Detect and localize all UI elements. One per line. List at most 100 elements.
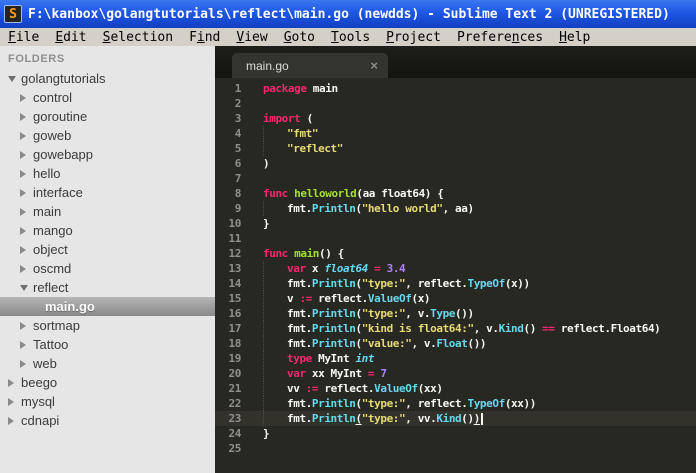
code-token: MyInt	[311, 352, 356, 365]
code-line-19[interactable]: 19 type MyInt int	[215, 351, 696, 366]
code-line-15[interactable]: 15 v := reflect.ValueOf(x)	[215, 291, 696, 306]
code-token: Println	[311, 322, 356, 335]
code-line-2[interactable]: 2	[215, 96, 696, 111]
triangle-down-icon	[8, 75, 16, 82]
line-number: 13	[228, 262, 242, 275]
menu-preferences[interactable]: Preferences	[457, 30, 543, 45]
triangle-right-icon	[20, 321, 26, 330]
menu-label-post: oto	[291, 29, 316, 45]
sidebar-item-label: beego	[21, 375, 58, 390]
sidebar-item-main[interactable]: main	[0, 202, 215, 221]
menu-view[interactable]: View	[236, 30, 267, 45]
code-token: helloworld	[294, 187, 357, 200]
sidebar-item-oscmd[interactable]: oscmd	[0, 259, 215, 278]
sidebar-item-cdnapi[interactable]: cdnapi	[0, 411, 215, 430]
code-token: Float	[436, 337, 468, 350]
triangle-right-icon	[20, 226, 26, 235]
code-token: vv	[287, 382, 306, 395]
sidebar-item-mango[interactable]: mango	[0, 221, 215, 240]
code-line-4[interactable]: 4 "fmt"	[215, 126, 696, 141]
sidebar-item-interface[interactable]: interface	[0, 183, 215, 202]
triangle-right-icon	[20, 131, 26, 140]
indent-guide	[263, 411, 287, 426]
code-token: , reflect.	[405, 277, 468, 290]
code-token: TypeOf	[467, 397, 505, 410]
sidebar-item-gowebapp[interactable]: gowebapp	[0, 145, 215, 164]
code-line-18[interactable]: 18 fmt.Println("value:", v.Float())	[215, 336, 696, 351]
code-token: var	[287, 262, 306, 275]
code-line-13[interactable]: 13 var x float64 = 3.4	[215, 261, 696, 276]
indent-guide	[263, 291, 287, 306]
sidebar-item-goweb[interactable]: goweb	[0, 126, 215, 145]
sidebar-item-label: goweb	[33, 128, 72, 143]
code-line-14[interactable]: 14 fmt.Println("type:", reflect.TypeOf(x)…	[215, 276, 696, 291]
sidebar-item-label: goroutine	[33, 109, 88, 124]
menu-find[interactable]: Find	[189, 30, 220, 45]
sidebar-item-sortmap[interactable]: sortmap	[0, 316, 215, 335]
sidebar-item-object[interactable]: object	[0, 240, 215, 259]
code-line-1[interactable]: 1 package main	[215, 81, 696, 96]
menu-mnemonic: H	[559, 29, 567, 45]
code-line-8[interactable]: 8 func helloworld(aa float64) {	[215, 186, 696, 201]
sidebar-item-goroutine[interactable]: goroutine	[0, 107, 215, 126]
code-line-25[interactable]: 25	[215, 441, 696, 456]
code-token: reflect.	[311, 292, 368, 305]
code-line-20[interactable]: 20 var xx MyInt = 7	[215, 366, 696, 381]
sidebar-item-reflect[interactable]: reflect	[0, 278, 215, 297]
code-token: fmt.	[287, 322, 312, 335]
folder-tree: golangtutorials control goroutine goweb gowe…	[0, 69, 215, 430]
code-area[interactable]: 1 package main 2 3 import (4 "fmt" 5 "reflect" 6…	[215, 78, 696, 473]
menu-project[interactable]: Project	[386, 30, 441, 45]
menu-help[interactable]: Help	[559, 30, 590, 45]
code-line-6[interactable]: 6)	[215, 156, 696, 171]
code-line-23[interactable]: 23 fmt.Println("type:", vv.Kind())	[215, 411, 696, 426]
code-text: fmt.Println("value:", v.Float())	[263, 336, 487, 351]
code-text: var xx MyInt = 7	[263, 366, 387, 381]
code-line-10[interactable]: 10}	[215, 216, 696, 231]
line-number: 3	[234, 112, 242, 125]
menu-label-post: dit	[63, 29, 87, 45]
code-line-7[interactable]: 7	[215, 171, 696, 186]
menu-selection[interactable]: Selection	[103, 30, 173, 45]
sidebar-item-tattoo[interactable]: Tattoo	[0, 335, 215, 354]
code-line-5[interactable]: 5 "reflect"	[215, 141, 696, 156]
code-line-22[interactable]: 22 fmt.Println("type:", reflect.TypeOf(xx…	[215, 396, 696, 411]
sidebar-item-label: gowebapp	[33, 147, 93, 162]
line-number: 8	[234, 187, 242, 200]
sidebar-item-beego[interactable]: beego	[0, 373, 215, 392]
code-line-21[interactable]: 21 vv := reflect.ValueOf(xx)	[215, 381, 696, 396]
menu-tools[interactable]: Tools	[331, 30, 370, 45]
sidebar-item-control[interactable]: control	[0, 88, 215, 107]
sidebar-item-web[interactable]: web	[0, 354, 215, 373]
sidebar-item-main.go[interactable]: main.go	[0, 297, 215, 316]
code-line-12[interactable]: 12 func main() {	[215, 246, 696, 261]
code-line-17[interactable]: 17 fmt.Println("kind is float64:", v.Kind…	[215, 321, 696, 336]
code-text: func main() {	[263, 246, 344, 261]
sidebar-item-hello[interactable]: hello	[0, 164, 215, 183]
tab-main-go[interactable]: main.go ×	[232, 53, 388, 78]
close-icon[interactable]: ×	[370, 58, 378, 73]
menu-mnemonic: T	[331, 29, 339, 45]
code-token: ())	[467, 337, 487, 350]
sidebar-item-mysql[interactable]: mysql	[0, 392, 215, 411]
code-token: fmt.	[287, 277, 312, 290]
code-token: "kind is float64:"	[361, 322, 474, 335]
triangle-right-icon	[20, 359, 26, 368]
line-number: 2	[234, 97, 242, 110]
code-line-9[interactable]: 9 fmt.Println("hello world", aa)	[215, 201, 696, 216]
code-token: (xx)	[417, 382, 443, 395]
code-token: "fmt"	[287, 127, 319, 140]
code-token: Println	[311, 277, 356, 290]
indent-guide	[263, 276, 287, 291]
code-line-16[interactable]: 16 fmt.Println("type:", v.Type())	[215, 306, 696, 321]
menu-edit[interactable]: Edit	[55, 30, 86, 45]
code-line-11[interactable]: 11	[215, 231, 696, 246]
menu-goto[interactable]: Goto	[284, 30, 315, 45]
code-text: v := reflect.ValueOf(x)	[263, 291, 431, 306]
line-number: 15	[228, 292, 242, 305]
code-line-3[interactable]: 3 import (	[215, 111, 696, 126]
code-token: v	[287, 292, 300, 305]
code-line-24[interactable]: 24}	[215, 426, 696, 441]
menu-file[interactable]: File	[8, 30, 39, 45]
sidebar-item-golangtutorials[interactable]: golangtutorials	[0, 69, 215, 88]
